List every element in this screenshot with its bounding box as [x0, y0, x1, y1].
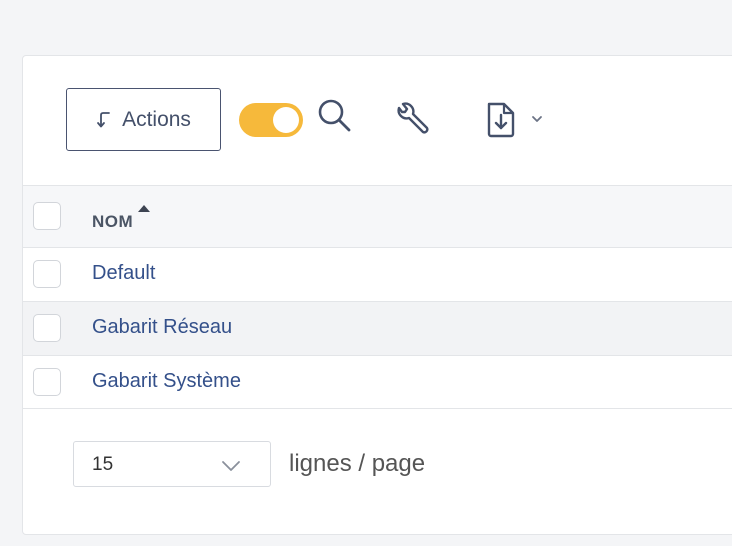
actions-button[interactable]: Actions: [66, 88, 221, 151]
file-export-icon[interactable]: [485, 101, 517, 139]
row-name-link[interactable]: Gabarit Réseau: [92, 316, 232, 339]
table-row: Default: [23, 247, 732, 301]
data-table: NOM Default Gabarit Réseau Gabarit Systè…: [23, 185, 732, 409]
wrench-icon[interactable]: [393, 100, 433, 140]
table-header-row: NOM: [23, 185, 732, 247]
table-row: Gabarit Système: [23, 355, 732, 409]
row-checkbox[interactable]: [33, 368, 61, 396]
select-all-checkbox[interactable]: [33, 202, 61, 230]
chevron-down-icon[interactable]: [530, 114, 544, 124]
toolbar: Actions: [23, 56, 732, 185]
search-icon[interactable]: [315, 96, 355, 136]
table-row: Gabarit Réseau: [23, 301, 732, 355]
actions-label: Actions: [122, 107, 191, 131]
row-checkbox[interactable]: [33, 260, 61, 288]
column-header-nom[interactable]: NOM: [92, 205, 151, 232]
list-panel: Actions NOM Default Gabarit Réseau Gabar…: [22, 55, 732, 535]
sort-ascending-icon: [138, 205, 151, 212]
row-name-link[interactable]: Default: [92, 262, 155, 285]
rows-per-page-value: 15: [92, 454, 114, 475]
column-header-label: NOM: [92, 212, 134, 231]
chevron-down-icon: [222, 461, 240, 471]
toggle-switch[interactable]: [239, 103, 303, 137]
rows-per-page-select[interactable]: 15: [73, 441, 271, 487]
row-name-link[interactable]: Gabarit Système: [92, 370, 241, 393]
rows-per-page-label: lignes / page: [289, 450, 426, 477]
pagination: 15 lignes / page: [73, 441, 425, 487]
return-arrow-icon: [97, 111, 110, 127]
toggle-knob: [273, 107, 299, 133]
row-checkbox[interactable]: [33, 314, 61, 342]
